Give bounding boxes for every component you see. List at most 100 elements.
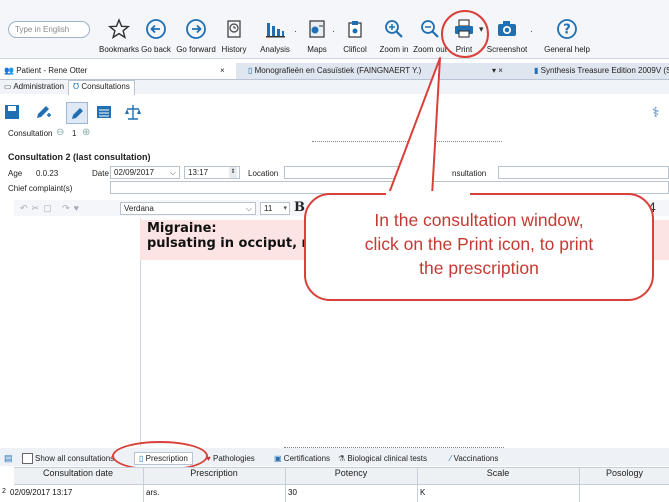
callout-pointer <box>387 57 441 197</box>
editor-left-margin <box>14 218 141 446</box>
chevron-down-icon: ▾ <box>283 205 287 212</box>
tab-patient-label: Patient - Rene Otter <box>16 66 88 75</box>
search-input[interactable]: Type in English <box>8 21 90 38</box>
date-field[interactable]: 02/09/2017 ⌵ <box>110 166 180 179</box>
age-label: Age <box>8 169 23 178</box>
zoom-out-icon <box>421 20 439 38</box>
arrow-right-icon <box>186 19 206 39</box>
note-text[interactable]: Migraine: pulsating in occiput, m <box>147 221 315 251</box>
edit-actions-icon[interactable]: ↶✂▢ ↷♥ <box>20 203 83 214</box>
caduceus-icon: ⚕ <box>652 104 660 120</box>
certificate-icon: ▣ <box>274 454 282 463</box>
tab-biological-tests[interactable]: ⚗ Biological clinical tests <box>338 454 427 463</box>
show-all-checkbox[interactable] <box>22 453 33 464</box>
callout-line-1: In the consultation window, <box>374 210 584 230</box>
row-number: 2 <box>2 488 6 495</box>
history-icon <box>227 20 241 38</box>
go-back-button[interactable]: Go back <box>138 18 174 56</box>
callout-line-2: click on the Print icon, to print <box>364 234 594 254</box>
age-value: 0.0.23 <box>36 169 59 178</box>
bookmarks-label: Bookmarks <box>98 45 139 54</box>
consultation-nav-label: Consultation <box>8 129 53 138</box>
column-prescription[interactable]: Prescription <box>144 468 284 478</box>
book-icon: ▮ <box>534 66 539 75</box>
chief-complaint-label: Chief complaint(s) <box>8 184 73 193</box>
tab-administration-label: Administration <box>13 82 65 91</box>
cell-prescription: ars. <box>146 488 160 497</box>
tab-vaccinations-label: Vaccinations <box>453 454 499 463</box>
tab-vaccinations[interactable]: ⁄ Vaccinations <box>450 454 498 463</box>
tab-synthesis[interactable]: ▮ Synthesis Treasure Edition 2009V (S <box>530 63 669 79</box>
flask-icon: ⚗ <box>338 454 346 463</box>
close-icon[interactable]: × <box>220 63 225 79</box>
location-label: Location <box>248 169 279 178</box>
chevron-down-icon: ⌵ <box>245 204 252 213</box>
consultation-number: 1 <box>72 129 77 138</box>
history-label: History <box>221 45 247 54</box>
consultation-type-field[interactable] <box>498 166 669 179</box>
font-size-value: 11 <box>264 204 273 213</box>
screenshot-label: Screenshot <box>486 45 528 54</box>
book-icon: ▯ <box>248 66 253 75</box>
time-value: 13:17 <box>188 168 209 177</box>
analysis-button[interactable]: Analysis <box>258 18 292 56</box>
column-scale[interactable]: Scale <box>418 468 578 478</box>
tab-patient[interactable]: 👥 Patient - Rene Otter × <box>0 63 236 79</box>
cell-potency: 30 <box>288 488 297 497</box>
patient-icon: 👥 <box>4 66 14 75</box>
column-potency[interactable]: Potency <box>286 468 416 478</box>
font-size-select[interactable]: 11 ▾ <box>260 202 290 215</box>
tab-certifications[interactable]: ▣ Certifications <box>274 454 330 463</box>
time-field[interactable]: 13:17 ⇕ <box>184 166 240 179</box>
bookmarks-button[interactable]: Bookmarks <box>96 18 142 56</box>
save-icon[interactable] <box>4 104 20 122</box>
help-icon: ? <box>557 19 577 39</box>
column-consultation-date[interactable]: Consultation date <box>14 468 142 478</box>
tab-biological-tests-label: Biological clinical tests <box>347 454 427 463</box>
date-value: 02/09/2017 <box>114 168 155 177</box>
tab-certifications-label: Certifications <box>283 454 331 463</box>
font-select[interactable]: Verdana ⌵ <box>120 202 256 215</box>
tab-administration[interactable]: ▭ Administration <box>4 82 64 91</box>
instruction-callout: In the consultation window, click on the… <box>304 193 654 301</box>
screenshot-button[interactable]: Screenshot <box>486 18 528 56</box>
analysis-label: Analysis <box>260 45 290 54</box>
stethoscope-icon: ℧ <box>73 82 80 91</box>
new-consultation-icon[interactable] <box>34 103 52 123</box>
tab-menu-close-icon[interactable]: ▾ × <box>492 63 503 79</box>
go-forward-label: Go forward <box>176 45 216 54</box>
consultation-title: Consultation 2 (last consultation) <box>8 152 151 162</box>
show-all-label: Show all consultations <box>35 454 115 463</box>
time-spinner-icon[interactable]: ⇕ <box>229 167 237 178</box>
note-line-2: pulsating in occiput, m <box>147 236 316 251</box>
general-help-label: General help <box>544 45 590 54</box>
bold-button[interactable]: B <box>294 200 305 215</box>
clificol-icon <box>348 21 362 38</box>
camera-icon <box>498 21 516 36</box>
font-name: Verdana <box>124 204 154 213</box>
go-forward-button[interactable]: Go forward <box>174 18 218 56</box>
save-icon[interactable]: ▤ <box>4 453 13 464</box>
history-button[interactable]: History <box>218 18 250 56</box>
analysis-dropdown-icon[interactable]: · <box>294 26 297 36</box>
cell-scale: K <box>420 488 426 497</box>
card-icon: ▭ <box>4 82 12 91</box>
next-consultation-icon[interactable]: ⊕ <box>82 127 90 138</box>
general-help-button[interactable]: ? General help <box>540 18 594 56</box>
svg-text:?: ? <box>563 23 571 38</box>
maps-dropdown-icon[interactable]: · <box>332 26 335 36</box>
edit-icon[interactable] <box>66 102 88 124</box>
table-row[interactable]: 2 02/09/2017 13:17 ars. 30 K <box>0 484 669 501</box>
zoom-in-icon <box>385 20 403 38</box>
tab-synthesis-label: Synthesis Treasure Edition 2009V (S <box>540 66 669 75</box>
scale-icon[interactable] <box>124 103 142 123</box>
column-posology[interactable]: Posology <box>580 468 669 478</box>
list-icon[interactable] <box>96 104 112 122</box>
previous-consultation-icon[interactable]: ⊖ <box>56 127 64 138</box>
cell-date: 02/09/2017 13:17 <box>10 488 73 497</box>
chevron-down-icon: ⌵ <box>169 168 176 177</box>
screenshot-dropdown-icon[interactable]: · <box>530 26 533 36</box>
tab-pathologies[interactable]: ♥ Pathologies <box>206 454 255 463</box>
tab-consultations[interactable]: ℧ Consultations <box>68 80 135 95</box>
go-back-label: Go back <box>141 45 171 54</box>
